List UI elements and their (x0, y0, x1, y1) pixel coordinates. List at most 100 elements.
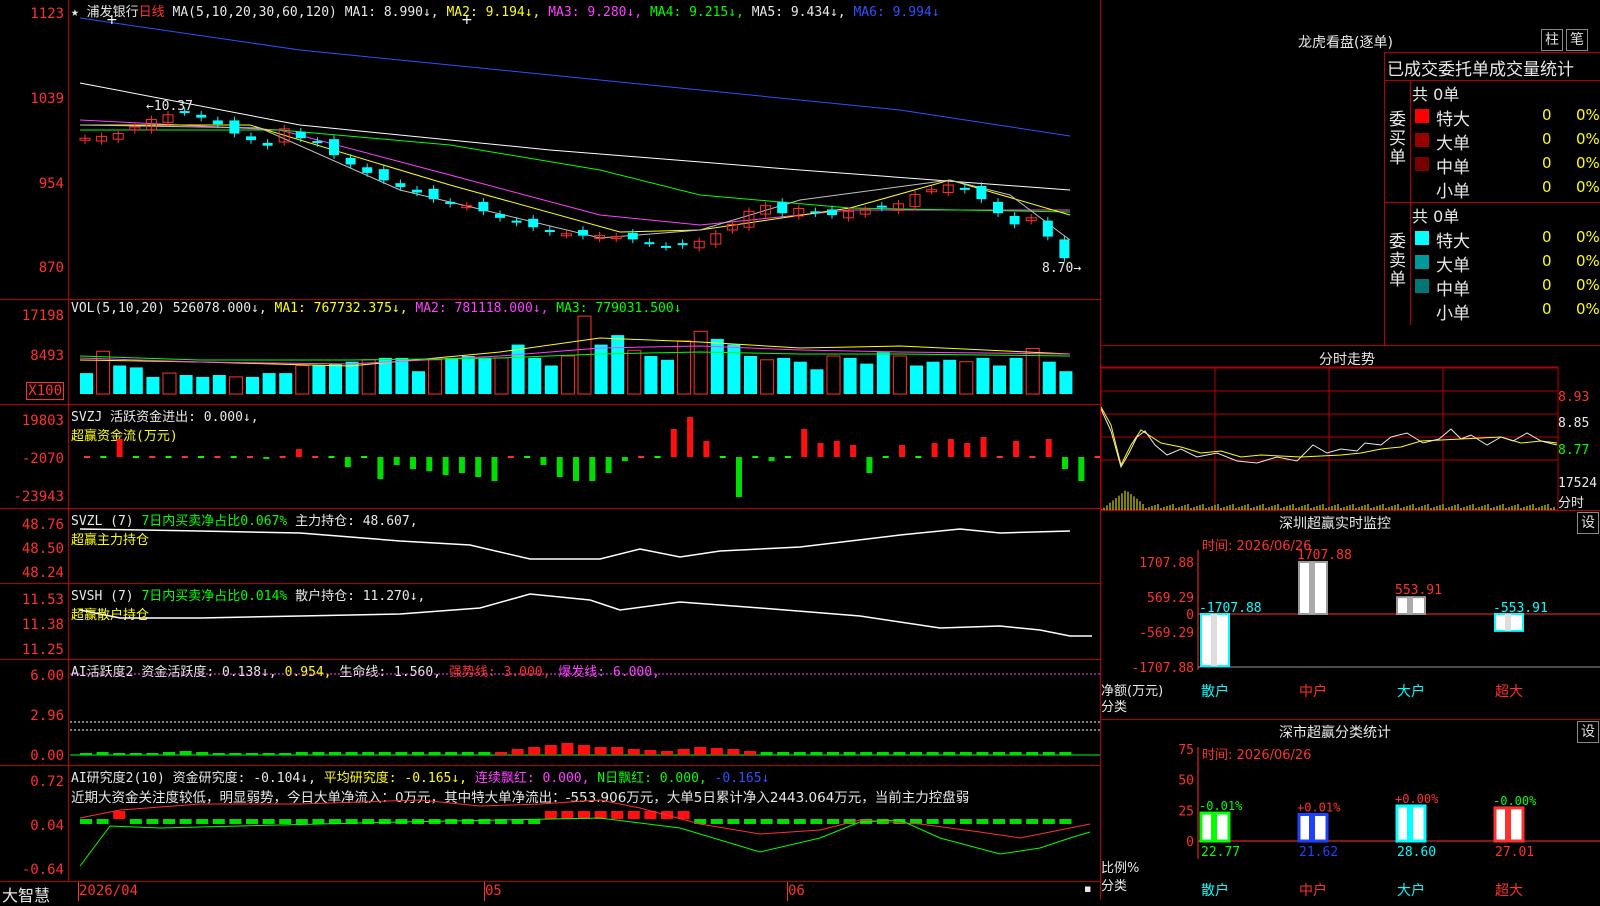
activity-bar (727, 749, 740, 755)
research-bar (993, 819, 1005, 824)
svzj-bar (247, 456, 253, 458)
svzj-bar (752, 456, 759, 458)
volume-bar (611, 335, 625, 394)
svzj-bar (426, 457, 433, 471)
svzj-bar (964, 443, 971, 457)
stats-value-label: 21.62 (1299, 845, 1338, 860)
svsh-line (79, 593, 1092, 637)
research-bar (959, 819, 972, 824)
candle-body (495, 214, 505, 218)
ai-activity-panel[interactable]: 6.00 2.96 0.00 AI活跃度2 资金活跃度: 0.138↓, 0.9… (0, 659, 1100, 766)
volume-bar (146, 376, 160, 394)
volume-bar (129, 367, 143, 394)
svzl-panel[interactable]: 48.76 48.50 48.24 SVZL (7) 7日内买卖净占比0.067… (0, 508, 1100, 584)
kline-chart-area[interactable]: 1123 1039 954 870 ★ 浦发银行日线 MA(5,10,20,30… (0, 0, 1100, 905)
volume-bar (959, 361, 974, 395)
svzj-bar (980, 437, 987, 457)
stats-category: 中户 (1299, 882, 1327, 899)
activity-bar (959, 752, 972, 755)
activity-bar (777, 752, 790, 755)
research-bar (1059, 819, 1072, 824)
sz-stats-chart[interactable]: 75 50 25 0 -0.01% 22.77 散户 +0.01% 21.62 中户 +0.00% 2… (1101, 719, 1600, 900)
price-panel[interactable]: 1123 1039 954 870 ★ 浦发银行日线 MA(5,10,20,30… (0, 0, 1100, 299)
monitor-category: 超大 (1495, 684, 1523, 700)
research-bar (677, 811, 690, 819)
svzj-bar (214, 456, 221, 458)
volume-bars[interactable] (0, 300, 1100, 405)
activity-bar (943, 752, 956, 755)
svzj-bar (833, 441, 840, 457)
candle-body (345, 157, 356, 165)
svzj-bar (279, 456, 286, 458)
research-bar (810, 819, 823, 824)
activity-bar (96, 752, 109, 755)
order-percent: 0% (1576, 106, 1600, 124)
ai-research-panel[interactable]: 0.72 0.04 -0.64 AI研究度2(10) 资金研究度: -0.104… (0, 765, 1100, 882)
candle-body (959, 187, 970, 190)
svzj-bar (198, 456, 205, 458)
volume-bar (345, 361, 359, 394)
research-bar (279, 819, 292, 824)
volume-panel[interactable]: 17198 8493 X100 VOL(5,10,20) 526078.000↓… (0, 299, 1100, 405)
order-percent: 0% (1576, 154, 1600, 172)
sz-stats-section[interactable]: 深市超赢分类统计 设 时间: 2026/06/26 75 50 25 0 -0.01% 2… (1101, 719, 1600, 900)
date-label: 05 (485, 883, 502, 899)
svzj-bar (1078, 457, 1085, 481)
activity-bar (129, 753, 142, 755)
tick-view-button[interactable]: 笔 (1566, 29, 1588, 51)
ai-research-chart[interactable] (0, 766, 1100, 882)
volume-bar (96, 350, 111, 395)
volume-bar (445, 357, 459, 394)
svzj-bar (295, 449, 302, 457)
svzj-bar (996, 456, 1003, 458)
sz-monitor-section[interactable]: 深圳超赢实时监控 设 时间: 2026/06/26 1707.88 569.29 0… (1101, 510, 1600, 720)
brand-logo[interactable]: 大智慧 (2, 882, 50, 906)
order-size-name: 大单 (1436, 134, 1470, 154)
buy-label: 委买单 (1389, 110, 1406, 168)
research-bar (1042, 819, 1055, 824)
svzj-bar (100, 456, 107, 458)
stats-change-label: -0.01% (1199, 799, 1243, 813)
lhb-buy-block: 委买单 共 0单 特大 0 0% 大单 0 0% 中单 0 0% 小单 0 0% (1385, 80, 1600, 203)
research-bar (544, 811, 557, 819)
stats-axis-tick: 50 (1178, 774, 1194, 789)
research-bar (561, 811, 574, 819)
column-view-button[interactable]: 柱 (1541, 29, 1563, 51)
intraday-section[interactable]: 分时走势 8.93 8.85 8.77 17524 分时 (1101, 345, 1600, 511)
volume-bar (162, 372, 177, 395)
svzl-line[interactable] (0, 509, 1100, 584)
research-bar (146, 819, 159, 824)
svsh-panel[interactable]: 11.53 11.38 11.25 SVSH (7) 7日内买卖净占比0.014… (0, 583, 1100, 660)
ai-activity-chart[interactable] (0, 660, 1100, 766)
candlestick-chart[interactable]: + + (0, 0, 1100, 299)
volume-bar (810, 369, 824, 394)
activity-bar (976, 752, 989, 755)
svzj-bar (621, 457, 628, 461)
intraday-volume-tick: 17524 (1558, 476, 1598, 491)
research-bar (461, 819, 474, 824)
svsh-line[interactable] (0, 584, 1100, 660)
research-bar (229, 819, 242, 824)
marker-plus: + (106, 12, 118, 28)
activity-bar (843, 752, 856, 755)
monitor-bar-shade (1211, 614, 1217, 666)
monitor-category: 中户 (1299, 683, 1327, 700)
volume-bar (544, 365, 558, 394)
intraday-chart[interactable] (1101, 345, 1600, 510)
lock-icon[interactable]: ▪ (1084, 882, 1091, 895)
svzj-histogram[interactable] (0, 405, 1100, 509)
svzj-bar (654, 456, 661, 458)
monitor-axis-tick: 1707.88 (1139, 556, 1194, 571)
activity-bar (744, 751, 756, 755)
side-panel: 龙虎看盘(逐单) 柱 笔 已成交委托单成交量统计 委买单 共 0单 特大 0 0% 大… (1100, 0, 1600, 900)
activity-bar (163, 752, 175, 755)
svzj-panel[interactable]: 19803 -2070 -23943 SVZJ 活跃资金进出: 0.000↓, … (0, 404, 1100, 509)
order-size-name: 中单 (1436, 280, 1470, 300)
svzj-bar (442, 457, 449, 475)
volume-bar (494, 357, 509, 395)
order-percent: 0% (1576, 276, 1600, 294)
sz-monitor-chart[interactable]: 1707.88 569.29 0 -569.29 -1707.88 -1707.88 散户 1… (1101, 510, 1600, 719)
svzj-bar (638, 456, 645, 458)
svzj-bar (263, 457, 270, 459)
order-size-name: 特大 (1436, 232, 1470, 252)
